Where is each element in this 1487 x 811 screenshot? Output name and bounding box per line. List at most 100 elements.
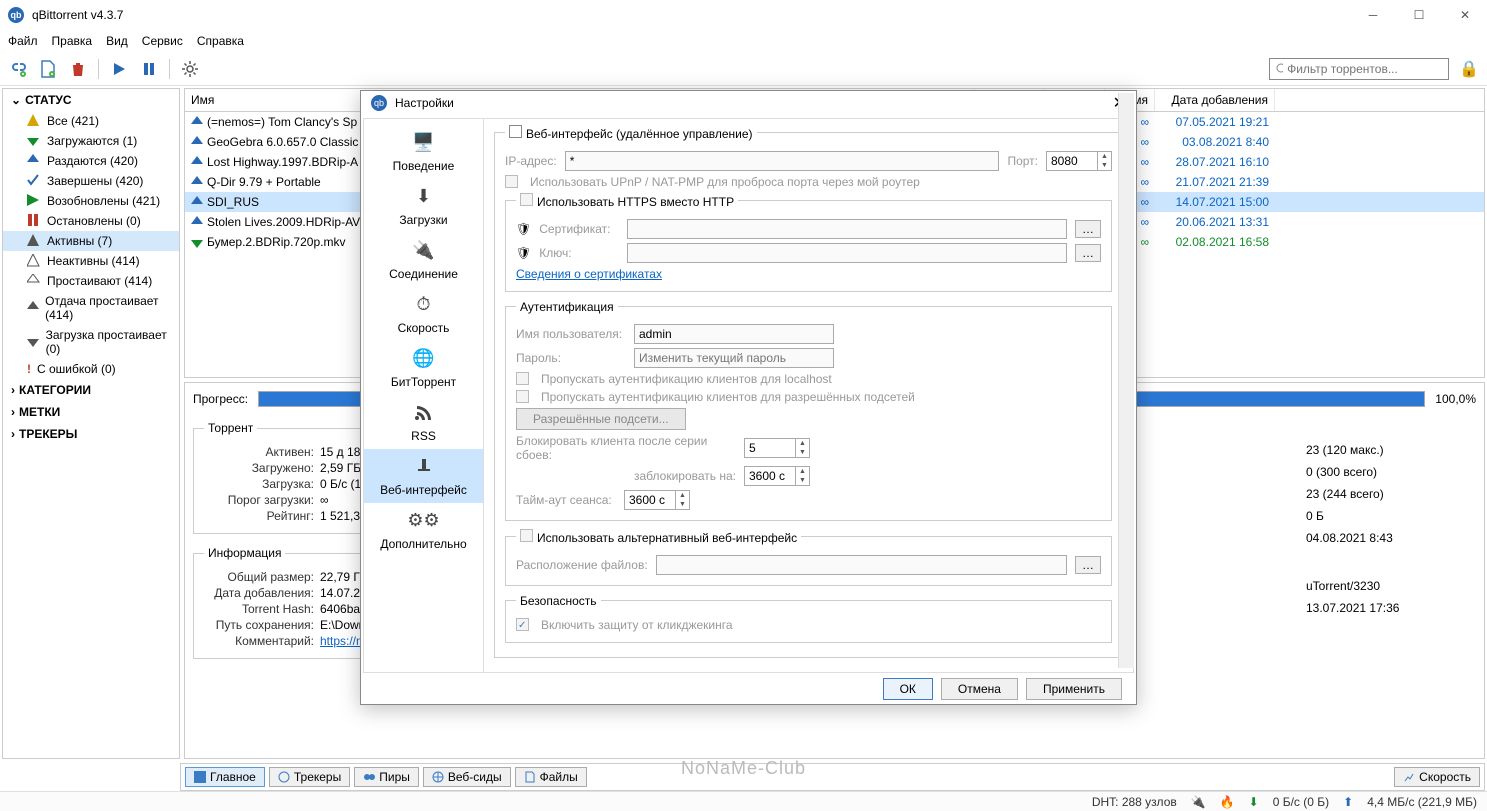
minimize-button[interactable]: ─: [1359, 8, 1387, 22]
up-arrow-icon: ⬆: [1343, 795, 1353, 809]
ban-time-input[interactable]: ▲▼: [744, 466, 810, 486]
nav-advanced[interactable]: ⚙⚙Дополнительно: [364, 503, 483, 557]
dialog-logo-icon: qb: [371, 95, 387, 111]
sidebar-item-stalled[interactable]: Простаивают (414): [3, 271, 179, 291]
sidebar-status-header[interactable]: ⌄СТАТУС: [3, 89, 179, 111]
sidebar-item-stalled-dn[interactable]: Загрузка простаивает (0): [3, 325, 179, 359]
ok-button[interactable]: ОК: [883, 678, 933, 700]
sidebar: ⌄СТАТУС Все (421) Загружаются (1) Раздаю…: [2, 88, 180, 759]
settings-nav: 🖥️Поведение ⬇Загрузки 🔌Соединение ⏱Скоро…: [364, 119, 484, 672]
dht-status: DHT: 288 узлов: [1092, 795, 1177, 809]
nav-webui[interactable]: Веб-интерфейс: [364, 449, 483, 503]
statusbar: DHT: 288 узлов 🔌 🔥 ⬇ 0 Б/с (0 Б) ⬆ 4,4 М…: [0, 791, 1487, 811]
cert-browse-button[interactable]: …: [1075, 220, 1101, 238]
sidebar-item-resumed[interactable]: Возобновлены (421): [3, 191, 179, 211]
pause-icon[interactable]: [139, 59, 159, 79]
username-input[interactable]: [634, 324, 834, 344]
bypass-subnet-checkbox[interactable]: [516, 390, 529, 403]
nav-rss[interactable]: RSS: [364, 395, 483, 449]
https-checkbox[interactable]: [520, 193, 533, 206]
https-group: Использовать HTTPS вместо HTTP 🛡Сертифик…: [505, 193, 1112, 292]
apply-button[interactable]: Применить: [1026, 678, 1122, 700]
sidebar-item-all[interactable]: Все (421): [3, 111, 179, 131]
tab-main[interactable]: Главное: [185, 767, 265, 787]
key-input[interactable]: [627, 243, 1067, 263]
sidebar-trackers-header[interactable]: ›ТРЕКЕРЫ: [3, 423, 179, 445]
altui-browse-button[interactable]: …: [1075, 556, 1101, 574]
session-timeout-input[interactable]: ▲▼: [624, 490, 690, 510]
down-speed: 0 Б/с (0 Б): [1273, 795, 1329, 809]
port-input[interactable]: ▲▼: [1046, 151, 1112, 171]
menu-edit[interactable]: Правка: [52, 34, 93, 48]
ban-count-input[interactable]: ▲▼: [744, 438, 810, 458]
close-button[interactable]: ✕: [1451, 8, 1479, 22]
altui-checkbox[interactable]: [520, 529, 533, 542]
menu-tools[interactable]: Сервис: [142, 34, 183, 48]
menu-view[interactable]: Вид: [106, 34, 128, 48]
nav-speed[interactable]: ⏱Скорость: [364, 287, 483, 341]
subnets-button[interactable]: Разрешённые подсети...: [516, 408, 686, 430]
sidebar-item-stalled-up[interactable]: Отдача простаивает (414): [3, 291, 179, 325]
tab-trackers[interactable]: Трекеры: [269, 767, 350, 787]
firewall-icon: 🔥: [1220, 795, 1235, 809]
cert-info-link[interactable]: Сведения о сертификатах: [516, 267, 662, 281]
maximize-button[interactable]: ☐: [1405, 8, 1433, 22]
shield-icon: 🛡: [516, 246, 531, 260]
sidebar-item-error[interactable]: !С ошибкой (0): [3, 359, 179, 379]
separator: [169, 59, 170, 79]
watermark: NoNaMe-Club: [681, 758, 806, 779]
password-input[interactable]: [634, 348, 834, 368]
menu-help[interactable]: Справка: [197, 34, 244, 48]
tab-speed[interactable]: Скорость: [1394, 767, 1480, 787]
sidebar-item-complete[interactable]: Завершены (420): [3, 171, 179, 191]
details-tabbar: Главное Трекеры Пиры Веб-сиды Файлы Скор…: [180, 763, 1485, 791]
toolbar: 🔒: [0, 52, 1487, 86]
cert-input[interactable]: [627, 219, 1067, 239]
tab-files[interactable]: Файлы: [515, 767, 587, 787]
tab-webseeds[interactable]: Веб-сиды: [423, 767, 511, 787]
nav-behavior[interactable]: 🖥️Поведение: [364, 125, 483, 179]
add-file-icon[interactable]: [38, 59, 58, 79]
search-icon: [1276, 63, 1283, 75]
resume-icon[interactable]: [109, 59, 129, 79]
nav-connection[interactable]: 🔌Соединение: [364, 233, 483, 287]
sidebar-item-seeding[interactable]: Раздаются (420): [3, 151, 179, 171]
window-title: qBittorrent v4.3.7: [32, 8, 123, 22]
bypass-local-checkbox[interactable]: [516, 372, 529, 385]
sidebar-item-paused[interactable]: Остановлены (0): [3, 211, 179, 231]
sidebar-item-inactive[interactable]: Неактивны (414): [3, 251, 179, 271]
sidebar-item-active[interactable]: Активны (7): [3, 231, 179, 251]
lock-icon[interactable]: 🔒: [1459, 59, 1479, 79]
sidebar-categories-header[interactable]: ›КАТЕГОРИИ: [3, 379, 179, 401]
auth-group: Аутентификация Имя пользователя: Пароль:…: [505, 300, 1112, 521]
add-link-icon[interactable]: [8, 59, 28, 79]
filter-box[interactable]: [1269, 58, 1449, 80]
altui-path-input[interactable]: [656, 555, 1067, 575]
filter-input[interactable]: [1287, 62, 1442, 76]
progress-pct: 100,0%: [1435, 392, 1476, 406]
titlebar: qb qBittorrent v4.3.7 ─ ☐ ✕: [0, 0, 1487, 30]
webui-group: Веб-интерфейс (удалённое управление) IP-…: [494, 125, 1123, 658]
clickjack-checkbox[interactable]: [516, 618, 529, 631]
dialog-scrollbar[interactable]: [1118, 119, 1133, 668]
upnp-checkbox[interactable]: [505, 175, 518, 188]
settings-panel: Веб-интерфейс (удалённое управление) IP-…: [484, 119, 1133, 672]
menu-file[interactable]: Файл: [8, 34, 38, 48]
delete-icon[interactable]: [68, 59, 88, 79]
nav-bittorrent[interactable]: 🌐БитТоррент: [364, 341, 483, 395]
sidebar-item-downloading[interactable]: Загружаются (1): [3, 131, 179, 151]
dialog-title: Настройки: [395, 96, 454, 110]
sidebar-tags-header[interactable]: ›МЕТКИ: [3, 401, 179, 423]
nav-downloads[interactable]: ⬇Загрузки: [364, 179, 483, 233]
key-browse-button[interactable]: …: [1075, 244, 1101, 262]
altui-group: Использовать альтернативный веб-интерфей…: [505, 529, 1112, 586]
settings-dialog: qb Настройки ✕ 🖥️Поведение ⬇Загрузки 🔌Со…: [360, 90, 1137, 705]
webui-enable-checkbox[interactable]: [509, 125, 522, 138]
tab-peers[interactable]: Пиры: [354, 767, 419, 787]
separator: [98, 59, 99, 79]
shield-icon: 🛡: [516, 222, 531, 236]
menubar: Файл Правка Вид Сервис Справка: [0, 30, 1487, 52]
cancel-button[interactable]: Отмена: [941, 678, 1018, 700]
ip-input[interactable]: [565, 151, 1000, 171]
settings-icon[interactable]: [180, 59, 200, 79]
